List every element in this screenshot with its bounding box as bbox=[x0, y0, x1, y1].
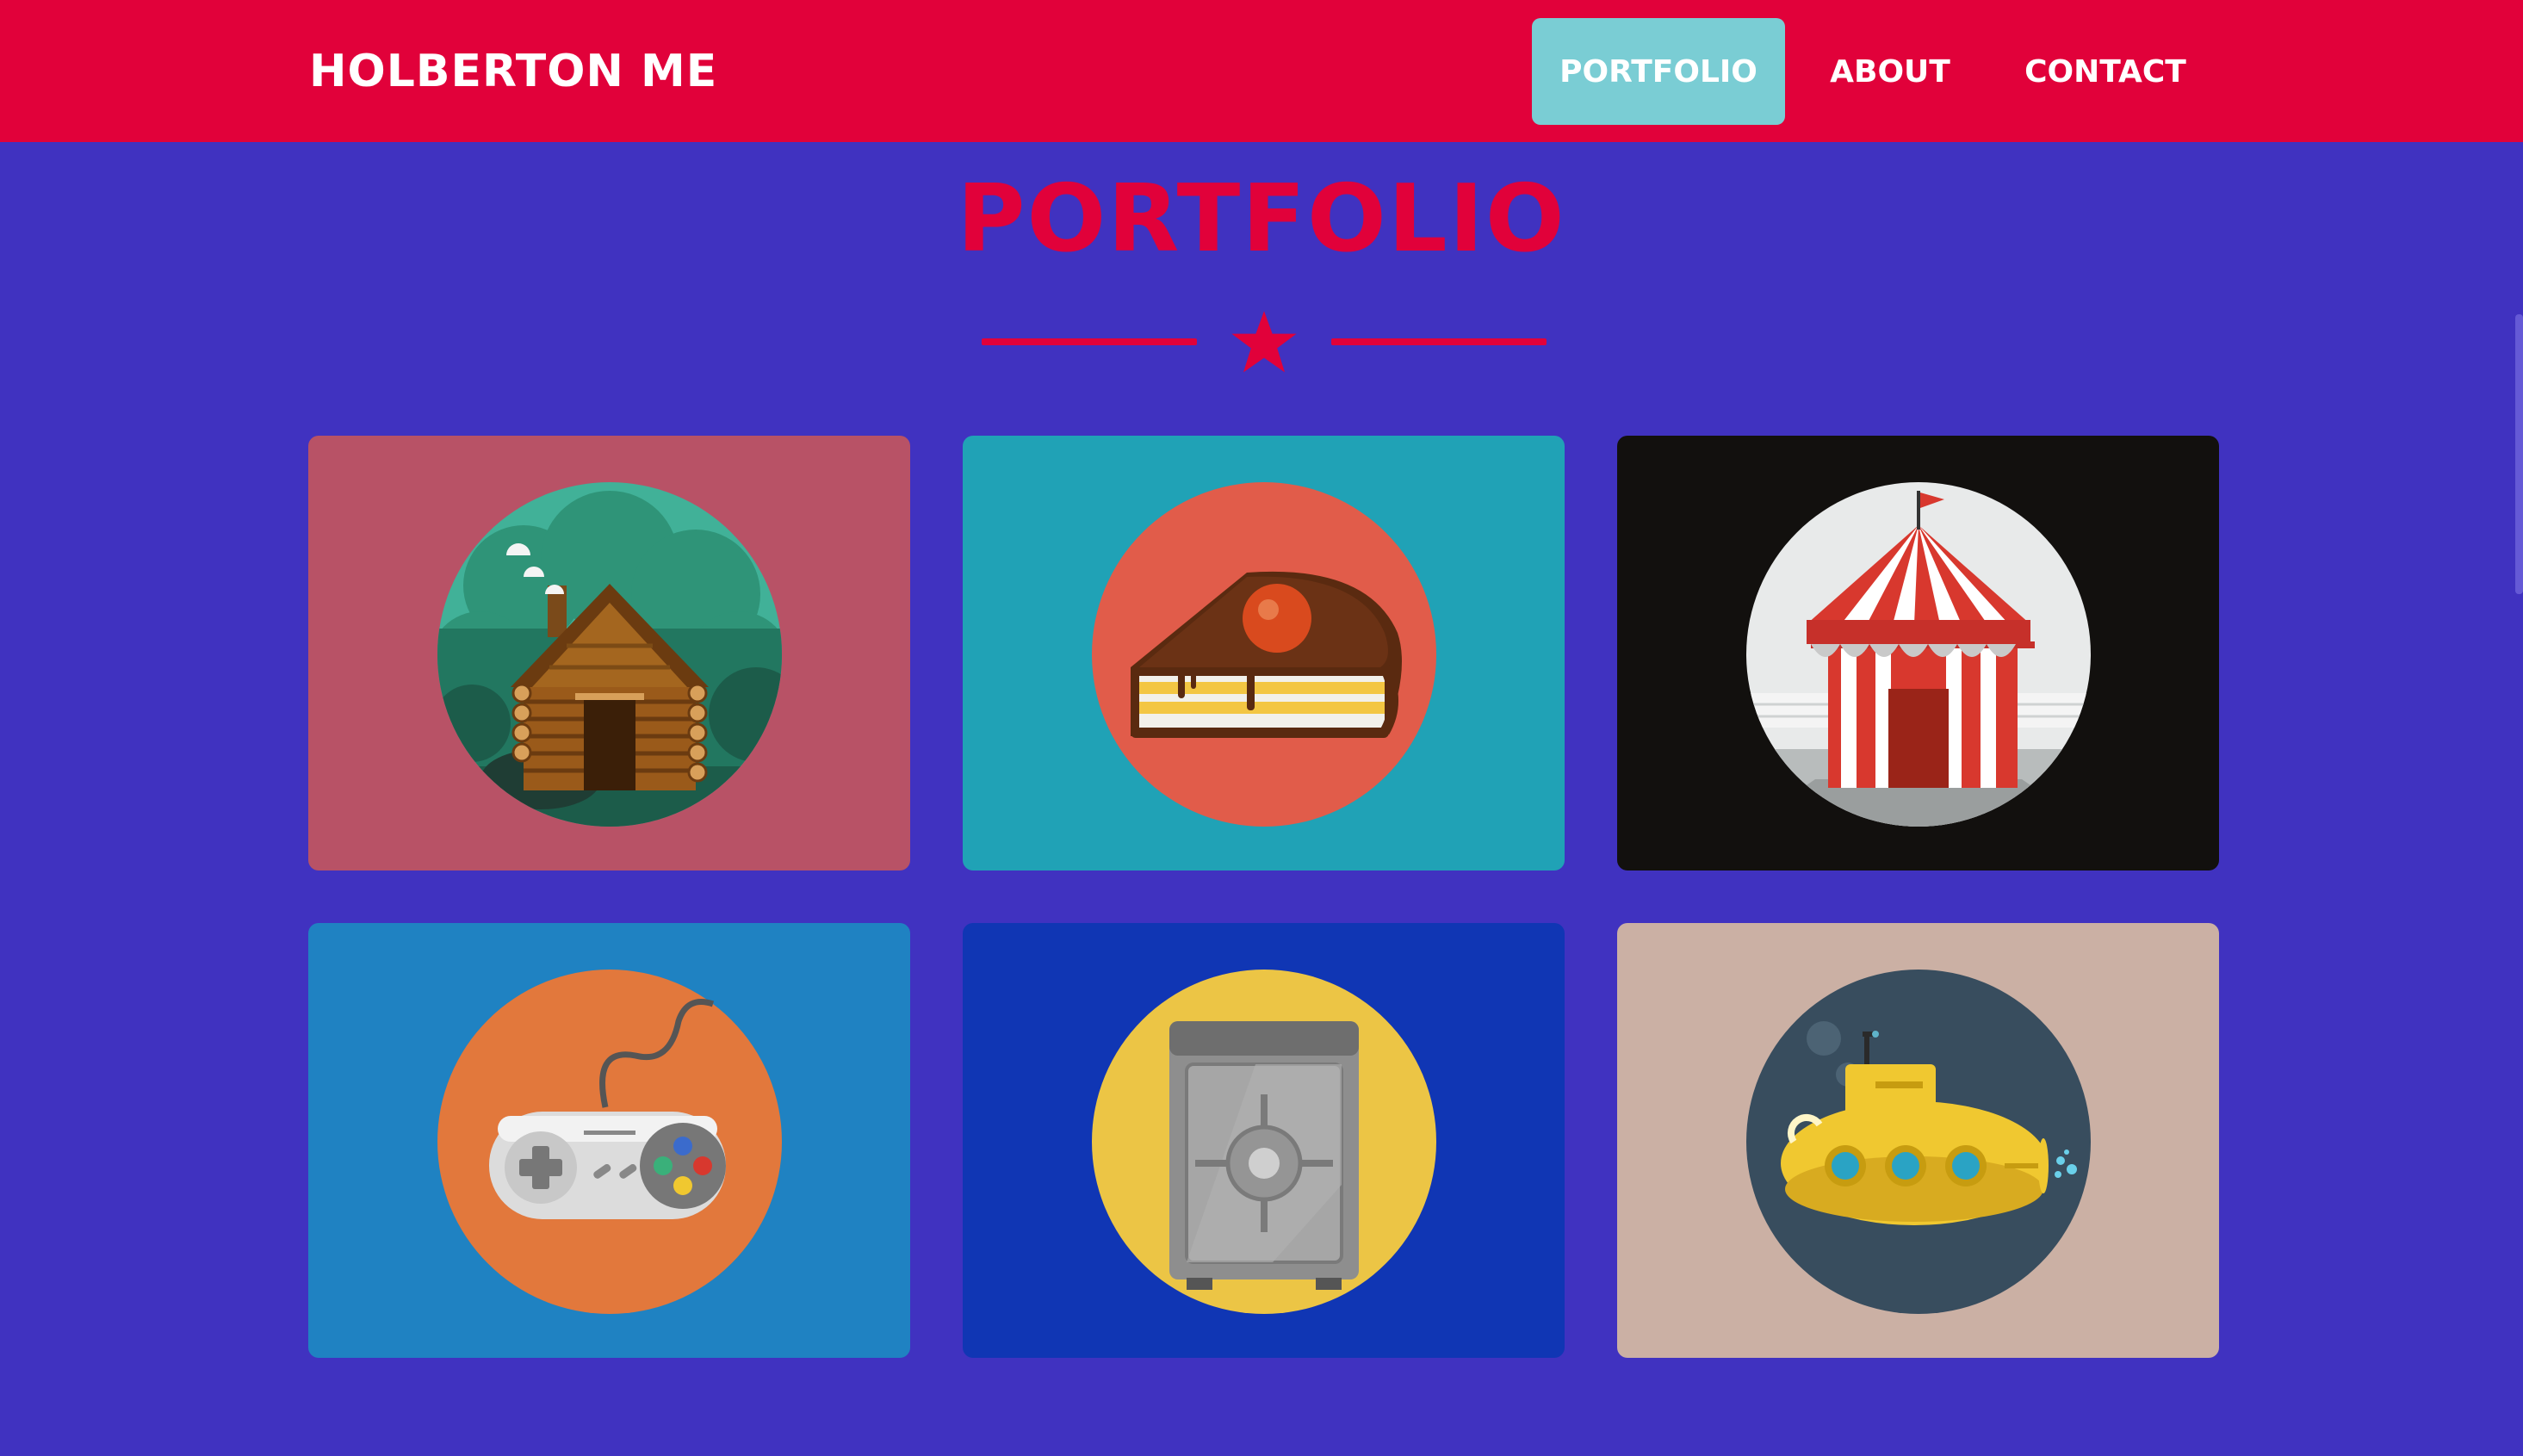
submarine-icon bbox=[1746, 970, 2091, 1314]
nav-about[interactable]: ABOUT bbox=[1817, 18, 1963, 125]
nav-contact[interactable]: CONTACT bbox=[1998, 18, 2213, 125]
star-icon bbox=[1231, 311, 1297, 373]
safe-icon bbox=[1092, 970, 1436, 1314]
brand-logo[interactable]: HOLBERTON ME bbox=[309, 41, 717, 102]
cake-slice-icon bbox=[1092, 482, 1436, 827]
portfolio-card-controller[interactable] bbox=[308, 923, 910, 1358]
section-title: PORTFOLIO bbox=[957, 165, 1566, 273]
portfolio-card-safe[interactable] bbox=[963, 923, 1565, 1358]
scrollbar-thumb[interactable] bbox=[2515, 314, 2523, 594]
divider-line-left bbox=[982, 338, 1197, 345]
game-controller-icon bbox=[437, 970, 782, 1314]
log-cabin-icon bbox=[437, 482, 782, 827]
nav-portfolio[interactable]: PORTFOLIO bbox=[1532, 18, 1785, 125]
portfolio-card-cake[interactable] bbox=[963, 436, 1565, 871]
portfolio-card-submarine[interactable] bbox=[1617, 923, 2219, 1358]
portfolio-card-circus[interactable] bbox=[1617, 436, 2219, 871]
top-navbar: HOLBERTON ME PORTFOLIO ABOUT CONTACT bbox=[0, 0, 2523, 142]
circus-tent-icon bbox=[1746, 482, 2091, 827]
portfolio-card-cabin[interactable] bbox=[308, 436, 910, 871]
divider-line-right bbox=[1331, 338, 1547, 345]
